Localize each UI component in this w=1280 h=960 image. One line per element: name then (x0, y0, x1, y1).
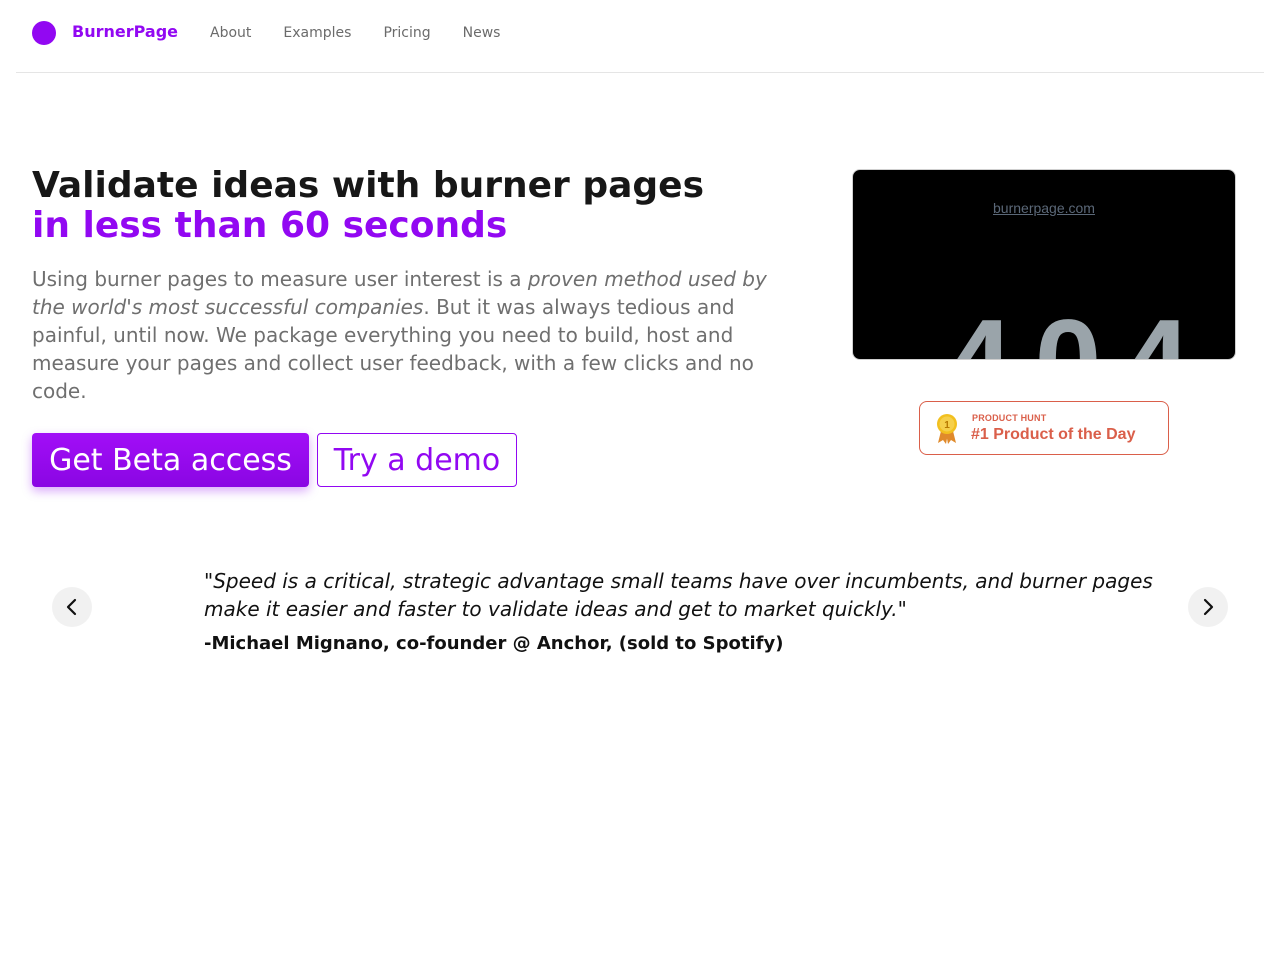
page-preview-card[interactable]: burnerpage.com 404 (852, 169, 1236, 360)
hero-heading: Validate ideas with burner pages in less… (32, 166, 812, 246)
preview-url-link[interactable]: burnerpage.com (853, 200, 1235, 216)
nav-news-link[interactable]: News (463, 25, 501, 41)
testimonial-prev-button[interactable] (52, 587, 92, 627)
hero-description-part1: Using burner pages to measure user inter… (32, 267, 528, 291)
hero-heading-line2: in less than 60 seconds (32, 205, 508, 246)
get-beta-access-button[interactable]: Get Beta access (32, 433, 309, 487)
brand-link[interactable]: BurnerPage (72, 22, 178, 41)
hero-description: Using burner pages to measure user inter… (32, 265, 782, 405)
hero-heading-line1: Validate ideas with burner pages (32, 165, 704, 206)
testimonial-quote: "Speed is a critical, strategic advantag… (204, 569, 1153, 621)
logo-icon[interactable] (32, 21, 56, 45)
nav-about-link[interactable]: About (210, 25, 251, 41)
main-nav: About Examples Pricing News (210, 25, 500, 41)
badge-label: PRODUCT HUNT (972, 413, 1047, 423)
badge-title: #1 Product of the Day (971, 426, 1136, 443)
top-navbar: BurnerPage About Examples Pricing News (16, 0, 1264, 73)
landing-page: BurnerPage About Examples Pricing News V… (0, 0, 1280, 960)
chevron-left-icon (66, 598, 77, 616)
medal-icon: 1 (937, 414, 957, 444)
nav-pricing-link[interactable]: Pricing (383, 25, 430, 41)
testimonial-author: -Michael Mignano, co-founder @ Anchor, (… (204, 633, 784, 654)
testimonial-next-button[interactable] (1188, 587, 1228, 627)
nav-examples-link[interactable]: Examples (283, 25, 351, 41)
try-demo-button[interactable]: Try a demo (317, 433, 517, 487)
preview-404-text: 404 (853, 302, 1235, 359)
chevron-right-icon (1203, 598, 1214, 616)
product-hunt-badge[interactable]: 1 PRODUCT HUNT #1 Product of the Day (919, 401, 1169, 455)
medal-number: 1 (944, 420, 950, 431)
